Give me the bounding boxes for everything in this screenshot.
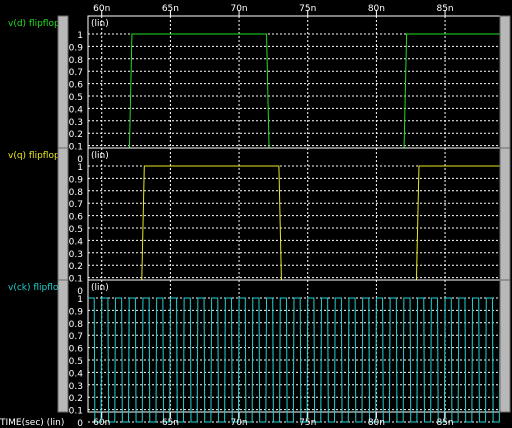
scale-label: (lin) (91, 19, 109, 29)
bottom-axis-label: 70n (230, 418, 247, 428)
left-scrollbar[interactable] (57, 147, 69, 281)
right-scrollbar[interactable] (499, 147, 511, 281)
y-tick-label: 0.6 (69, 345, 84, 355)
top-axis-label: 60n (93, 4, 110, 14)
y-tick-label: 1 (77, 31, 83, 41)
y-tick-label: 0.7 (69, 332, 83, 342)
signal-label: v(ck) flipflop (8, 283, 64, 293)
bottom-axis-label: 80n (368, 418, 385, 428)
top-axis-label: 75n (299, 4, 316, 14)
y-tick-label: 0.7 (69, 68, 83, 78)
right-scrollbar[interactable] (499, 15, 511, 149)
y-tick-label: 0.5 (69, 93, 83, 103)
right-scrollbar[interactable] (499, 279, 511, 413)
waveform-viewer[interactable]: 60n 65n 70n 75n 80n 85n 1 0.9 0.8 0.7 0.6 0.5 0.4 0.3… (0, 0, 512, 428)
y-tick-label: 0.8 (69, 56, 84, 66)
top-axis-label: 85n (436, 4, 453, 14)
plot-frame (87, 147, 501, 281)
y-tick-label: 0.4 (69, 237, 84, 247)
y-tick-label: 1 (77, 163, 83, 173)
signal-label: v(d) flipflop (8, 19, 60, 29)
scale-label: (lin) (91, 151, 109, 161)
y-tick-label: 0.8 (69, 320, 84, 330)
y-tick-label: 0.1 (69, 275, 83, 285)
y-tick-label: 0.2 (69, 262, 83, 272)
y-tick-label: 0.9 (69, 175, 84, 185)
left-scrollbar[interactable] (57, 15, 69, 149)
bottom-axis-label: 60n (93, 418, 110, 428)
y-tick-label: 0.6 (69, 81, 84, 91)
y-tick-label: 0.4 (69, 105, 84, 115)
left-scrollbar[interactable] (57, 279, 69, 413)
y-tick-label: 0.3 (69, 382, 83, 392)
plot-frame (87, 15, 501, 149)
bottom-axis-label: 85n (436, 418, 453, 428)
y-tick-label: 1 (77, 295, 83, 305)
y-tick-label: 0.9 (69, 307, 84, 317)
y-tick-label: 0.7 (69, 200, 83, 210)
top-axis-label: 70n (230, 4, 247, 14)
y-tick-label: 0.3 (69, 118, 83, 128)
y-tick-label: 0.3 (69, 250, 83, 260)
y-tick-label: 0.2 (69, 394, 83, 404)
y-tick-label: 0.1 (69, 143, 83, 153)
signal-label: v(q) flipflop (8, 151, 60, 161)
top-axis-label: 65n (162, 4, 179, 14)
y-tick-label: 0.1 (69, 407, 83, 417)
x-axis-title: TIME(sec) (lin) (0, 418, 64, 428)
top-axis-label: 80n (368, 4, 385, 14)
y-tick-label: 0.4 (69, 369, 84, 379)
y-tick-label: 0.6 (69, 213, 84, 223)
y-tick-label: 0.5 (69, 225, 83, 235)
y-tick-label: 0.9 (69, 43, 84, 53)
bottom-axis-label: 65n (162, 418, 179, 428)
y-tick-label: 0.2 (69, 130, 83, 140)
y-tick-label: 0.8 (69, 188, 84, 198)
y-tick-label: 0.5 (69, 357, 83, 367)
bottom-axis-label: 75n (299, 418, 316, 428)
y-tick-label: 0 (77, 419, 83, 428)
scale-label: (lin) (91, 283, 109, 293)
